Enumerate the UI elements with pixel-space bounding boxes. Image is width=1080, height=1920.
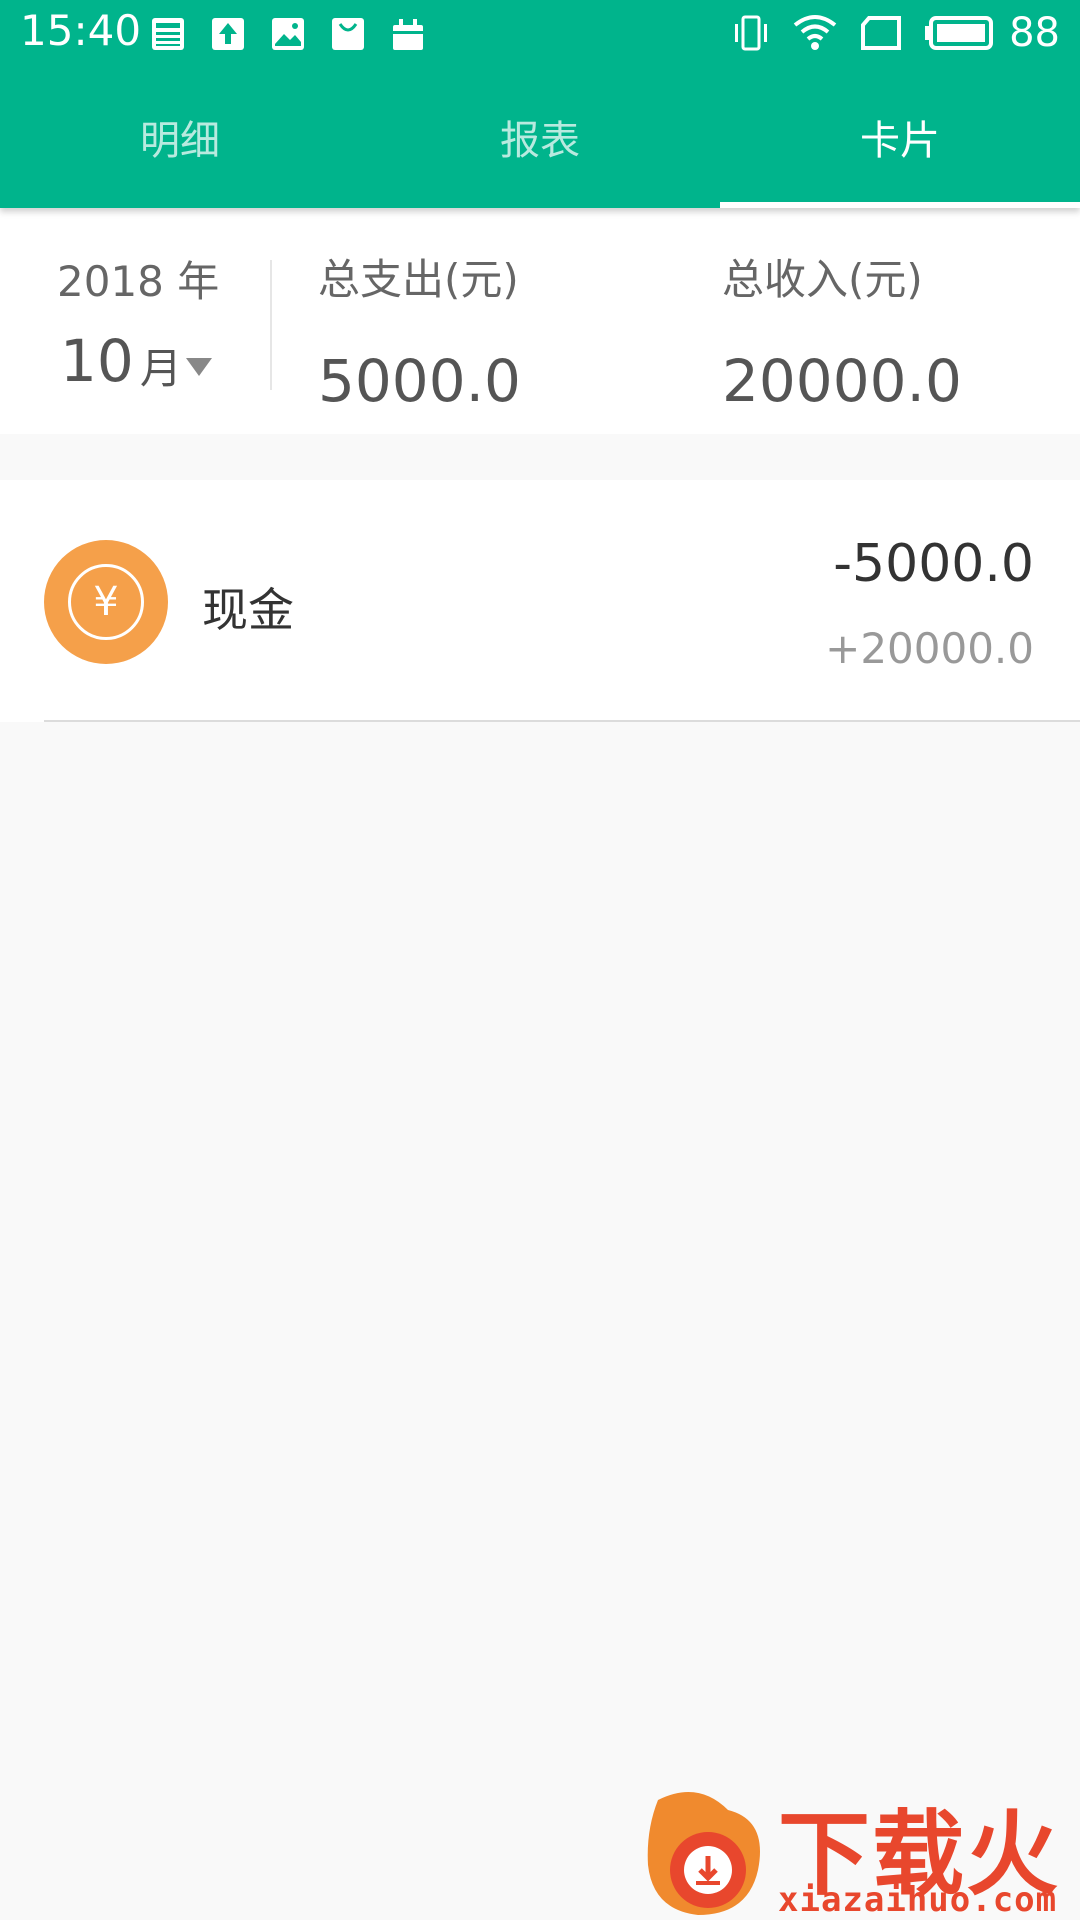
wifi-icon: [793, 10, 837, 56]
total-income-label: 总收入(元): [722, 255, 923, 304]
card-expense: -5000.0: [833, 534, 1034, 594]
total-income: 总收入(元) 20000.0: [722, 246, 962, 415]
yuan-icon: ¥: [44, 540, 168, 664]
news-icon: [148, 14, 188, 54]
battery-level: 88: [1009, 10, 1060, 56]
tab-details[interactable]: 明细: [0, 66, 360, 208]
sim-icon: [859, 10, 903, 56]
card-income: +20000.0: [825, 624, 1034, 673]
dropdown-arrow-icon: [185, 358, 212, 376]
summary-panel: 2018 年 10 月 总支出(元) 5000.0 总收入(元) 20000.0: [0, 208, 1080, 434]
image-icon: [268, 14, 308, 54]
notification-icons: [148, 14, 428, 54]
card-item-cash[interactable]: ¥ 现金 -5000.0 +20000.0: [0, 480, 1080, 722]
app-header: 15:40 88 明细 报表 卡片: [0, 0, 1080, 208]
calendar-icon: [388, 14, 428, 54]
tab-reports[interactable]: 报表: [360, 66, 720, 208]
year-label: 2018 年: [57, 257, 220, 306]
card-name: 现金: [202, 583, 294, 637]
month-number: 10: [60, 327, 134, 395]
system-icons: 88: [731, 10, 1060, 56]
yuan-glyph: ¥: [68, 564, 144, 640]
total-expense-label: 总支出(元): [318, 255, 519, 304]
vertical-divider: [270, 260, 272, 390]
total-income-value: 20000.0: [722, 347, 962, 415]
flame-icon: [647, 1792, 760, 1915]
month-unit: 月: [139, 344, 182, 393]
total-expense-value: 5000.0: [318, 347, 521, 415]
card-divider: [44, 720, 1080, 722]
tab-cards[interactable]: 卡片: [720, 66, 1080, 208]
vibrate-icon: [731, 10, 771, 56]
total-expense: 总支出(元) 5000.0: [318, 246, 521, 415]
status-time: 15:40: [20, 6, 142, 55]
upload-icon: [208, 14, 248, 54]
shopping-bag-icon: [328, 14, 368, 54]
status-bar: 15:40 88: [0, 0, 1080, 66]
watermark-url: xiazaihuo.com: [778, 1880, 1058, 1920]
tab-bar: 明细 报表 卡片: [0, 66, 1080, 208]
watermark-logo: 下载火 xiazaihuo.com: [638, 1780, 1080, 1920]
battery-icon: [925, 10, 995, 56]
month-picker[interactable]: 10 月: [60, 332, 212, 390]
